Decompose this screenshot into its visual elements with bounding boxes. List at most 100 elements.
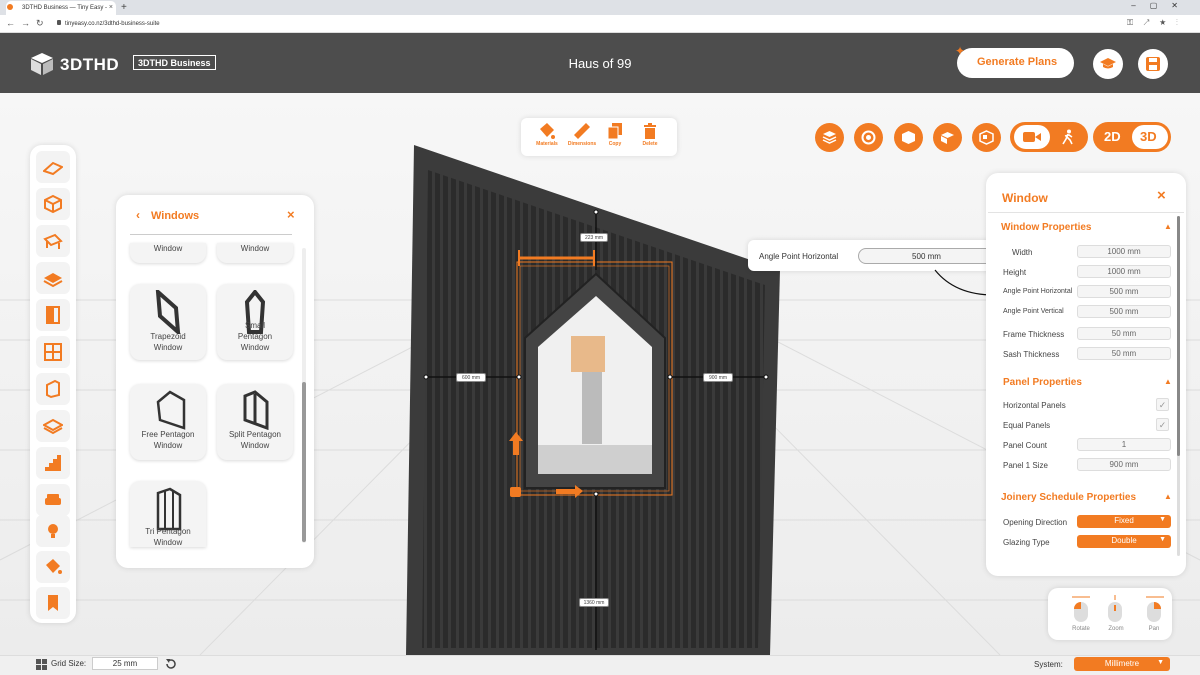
logo-text: 3DTHD: [60, 55, 120, 74]
prop-input-height[interactable]: 1000 mm: [1077, 265, 1171, 278]
tab-title: 3DTHD Business — Tiny Easy -: [22, 5, 108, 11]
tab-close-icon[interactable]: ×: [109, 4, 113, 11]
prop-label-angle-v: Angle Point Vertical: [1003, 308, 1064, 315]
layers-icon: [822, 131, 837, 144]
window-item-tri-pentagon[interactable]: Tri Pentagon Window: [130, 481, 206, 547]
address-bar-icons[interactable]: ⚿↗★⋮: [1127, 18, 1188, 28]
window-item-trapezoid[interactable]: Trapezoid Window: [130, 284, 206, 360]
tool-stairs[interactable]: [36, 447, 70, 479]
tool-wall[interactable]: [36, 373, 70, 405]
prop-input-panel-size[interactable]: 900 mm: [1077, 458, 1171, 471]
grid-size-input[interactable]: 25 mm: [92, 657, 158, 670]
reset-icon[interactable]: [165, 658, 177, 670]
tool-roof[interactable]: [36, 151, 70, 183]
tutorial-button[interactable]: [1093, 49, 1123, 79]
window-item-split-pentagon[interactable]: Split Pentagon Window: [217, 384, 293, 460]
properties-scroll-thumb[interactable]: [1177, 216, 1180, 456]
browser-nav-icons[interactable]: ←→↻: [6, 18, 50, 29]
pan-label: Pan: [1148, 626, 1160, 632]
panel-properties-header[interactable]: Panel Properties: [1003, 377, 1082, 388]
tool-window[interactable]: [36, 336, 70, 368]
2d-option[interactable]: 2D: [1104, 129, 1121, 144]
zoom-label: Zoom: [1108, 626, 1124, 632]
paint-bucket-icon: [540, 123, 555, 139]
video-camera-icon: [1023, 132, 1041, 142]
collapse-arrow-icon[interactable]: ▲: [1164, 377, 1172, 386]
popup-value-input[interactable]: 500 mm: [858, 248, 995, 264]
window-floor-view: [538, 445, 652, 474]
tool-bookmark[interactable]: [36, 587, 70, 619]
collapse-arrow-icon[interactable]: ▲: [1164, 492, 1172, 501]
prop-label-width: Width: [1012, 248, 1033, 257]
window-controls[interactable]: –▢✕: [1131, 1, 1192, 10]
save-icon: [1146, 57, 1160, 71]
prop-input-sash[interactable]: 50 mm: [1077, 347, 1171, 360]
slab-icon: [43, 418, 63, 435]
prop-label-angle-h: Angle Point Horizontal: [1003, 288, 1073, 295]
tool-paint[interactable]: [36, 551, 70, 583]
chevron-down-icon: ▼: [1157, 659, 1164, 666]
3d-option[interactable]: 3D: [1140, 129, 1157, 144]
url-field[interactable]: tinyeasy.co.nz/3dthd-business-suite: [55, 18, 1095, 30]
opening-direction-select[interactable]: Fixed ▼: [1077, 515, 1171, 528]
window-properties-header[interactable]: Window Properties: [1001, 222, 1091, 233]
prop-input-panel-count[interactable]: 1: [1077, 438, 1171, 451]
tool-structure[interactable]: [36, 188, 70, 220]
dim-label-left: 600 mm: [456, 373, 486, 382]
prop-input-angle-h[interactable]: 500 mm: [1077, 285, 1171, 298]
glazing-type-value: Double: [1111, 536, 1137, 545]
unit-system-value: Millimetre: [1104, 659, 1140, 668]
view-interior-button[interactable]: [933, 123, 962, 152]
collapse-arrow-icon[interactable]: ▲: [1164, 222, 1172, 231]
prop-label-frame: Frame Thickness: [1003, 330, 1065, 339]
delete-button[interactable]: Delete: [633, 120, 667, 147]
prop-input-angle-v[interactable]: 500 mm: [1077, 305, 1171, 318]
materials-button[interactable]: Materials: [530, 120, 564, 147]
materials-label: Materials: [536, 141, 558, 147]
joinery-properties-header[interactable]: Joinery Schedule Properties: [1001, 492, 1136, 503]
tool-lighting[interactable]: [36, 515, 70, 547]
layers-button[interactable]: [815, 123, 844, 152]
window-item-free-pentagon[interactable]: Free Pentagon Window: [130, 384, 206, 460]
windows-panel-scroll-thumb[interactable]: [302, 382, 306, 542]
windows-panel-close-icon[interactable]: ×: [287, 207, 295, 222]
properties-close-icon[interactable]: ×: [1157, 187, 1166, 204]
window-item-partial-2[interactable]: Window: [217, 243, 293, 263]
window-interior-detail: [571, 336, 605, 372]
project-name[interactable]: Haus of 99: [500, 56, 700, 71]
tool-slab[interactable]: [36, 410, 70, 442]
system-label: System:: [1034, 660, 1063, 669]
view-exterior-button[interactable]: [894, 123, 923, 152]
prop-input-frame[interactable]: 50 mm: [1077, 327, 1171, 340]
tool-deck[interactable]: [36, 225, 70, 257]
walk-icon[interactable]: [1060, 129, 1076, 145]
back-chevron-icon[interactable]: ‹: [136, 208, 140, 222]
glazing-type-select[interactable]: Double ▼: [1077, 535, 1171, 548]
window-item-partial-1[interactable]: Window: [130, 243, 206, 263]
prop-input-width[interactable]: 1000 mm: [1077, 245, 1171, 258]
dim-label-bottom: 1360 mm: [579, 598, 609, 607]
tool-furniture[interactable]: [36, 484, 70, 516]
tri-pentagon-window-icon: [156, 487, 182, 531]
window-item-small-pentagon[interactable]: Small Pentagon Window: [217, 284, 293, 360]
grid-size-label: Grid Size:: [51, 659, 87, 668]
magnify-icon: [861, 130, 876, 145]
view-search-button[interactable]: [854, 123, 883, 152]
tool-door[interactable]: [36, 299, 70, 331]
browser-tab[interactable]: 3DTHD Business — Tiny Easy - ×: [6, 1, 116, 15]
save-button[interactable]: [1138, 49, 1168, 79]
unit-system-select[interactable]: Millimetre ▼: [1074, 657, 1170, 671]
copy-button[interactable]: Copy: [598, 120, 632, 147]
dimensions-button[interactable]: Dimensions: [565, 120, 599, 147]
horizontal-panels-checkbox[interactable]: ✓: [1156, 398, 1169, 411]
view-section-button[interactable]: [972, 123, 1001, 152]
new-tab-button[interactable]: +: [121, 2, 127, 13]
paint-bucket-icon: [46, 559, 62, 574]
mouse-controls-icon: [1072, 595, 1164, 622]
equal-panels-checkbox[interactable]: ✓: [1156, 418, 1169, 431]
opening-direction-value: Fixed: [1114, 516, 1134, 525]
door-icon: [46, 306, 60, 324]
generate-plans-button[interactable]: Generate Plans: [957, 48, 1074, 78]
dim-label-right: 900 mm: [703, 373, 733, 382]
tool-floor[interactable]: [36, 262, 70, 294]
